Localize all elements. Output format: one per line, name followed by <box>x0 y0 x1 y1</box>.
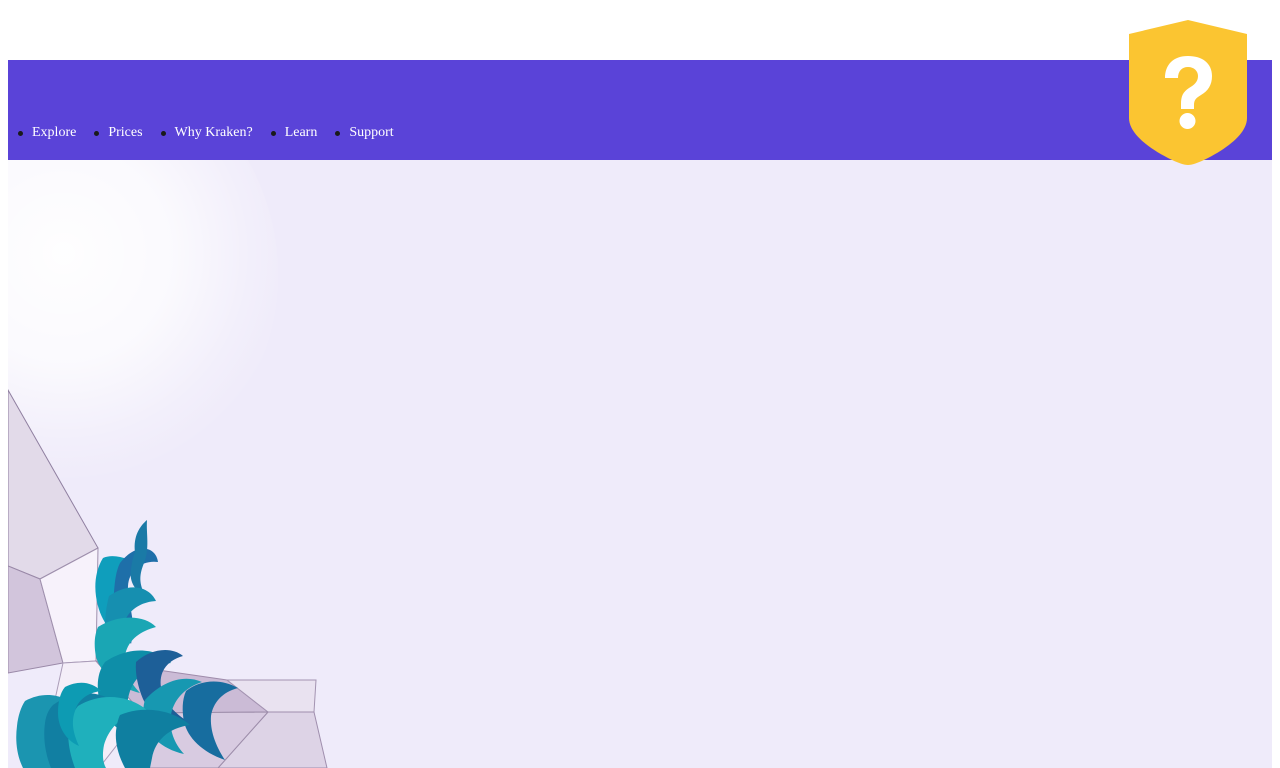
question-shield-icon <box>1129 20 1247 165</box>
hero-section <box>8 160 1272 768</box>
nav-item-why-kraken[interactable]: Why Kraken? <box>160 121 253 145</box>
nav-item-learn[interactable]: Learn <box>270 121 318 145</box>
logo-text: Kraken <box>14 21 142 68</box>
main-navigation: Explore Prices Why Kraken? Learn Support <box>17 121 426 145</box>
nav-item-prices[interactable]: Prices <box>94 121 143 145</box>
nav-link-learn[interactable]: Learn <box>285 121 318 145</box>
kraken-logo-icon <box>1 37 11 52</box>
nav-link-prices[interactable]: Prices <box>108 121 142 145</box>
nav-link-why-kraken[interactable]: Why Kraken? <box>175 121 253 145</box>
nav-item-explore[interactable]: Explore <box>17 121 76 145</box>
nav-link-explore[interactable]: Explore <box>32 121 76 145</box>
help-shield-button[interactable] <box>1126 19 1250 165</box>
nav-item-support[interactable]: Support <box>335 121 394 145</box>
kraken-logo[interactable]: Kraken <box>1 20 171 80</box>
site-header: Kraken Explore Prices Why Kraken? Learn … <box>1 21 1272 160</box>
kraken-illustration <box>8 388 328 768</box>
page: Kraken Explore Prices Why Kraken? Learn … <box>0 0 1280 768</box>
nav-link-support[interactable]: Support <box>349 121 393 145</box>
